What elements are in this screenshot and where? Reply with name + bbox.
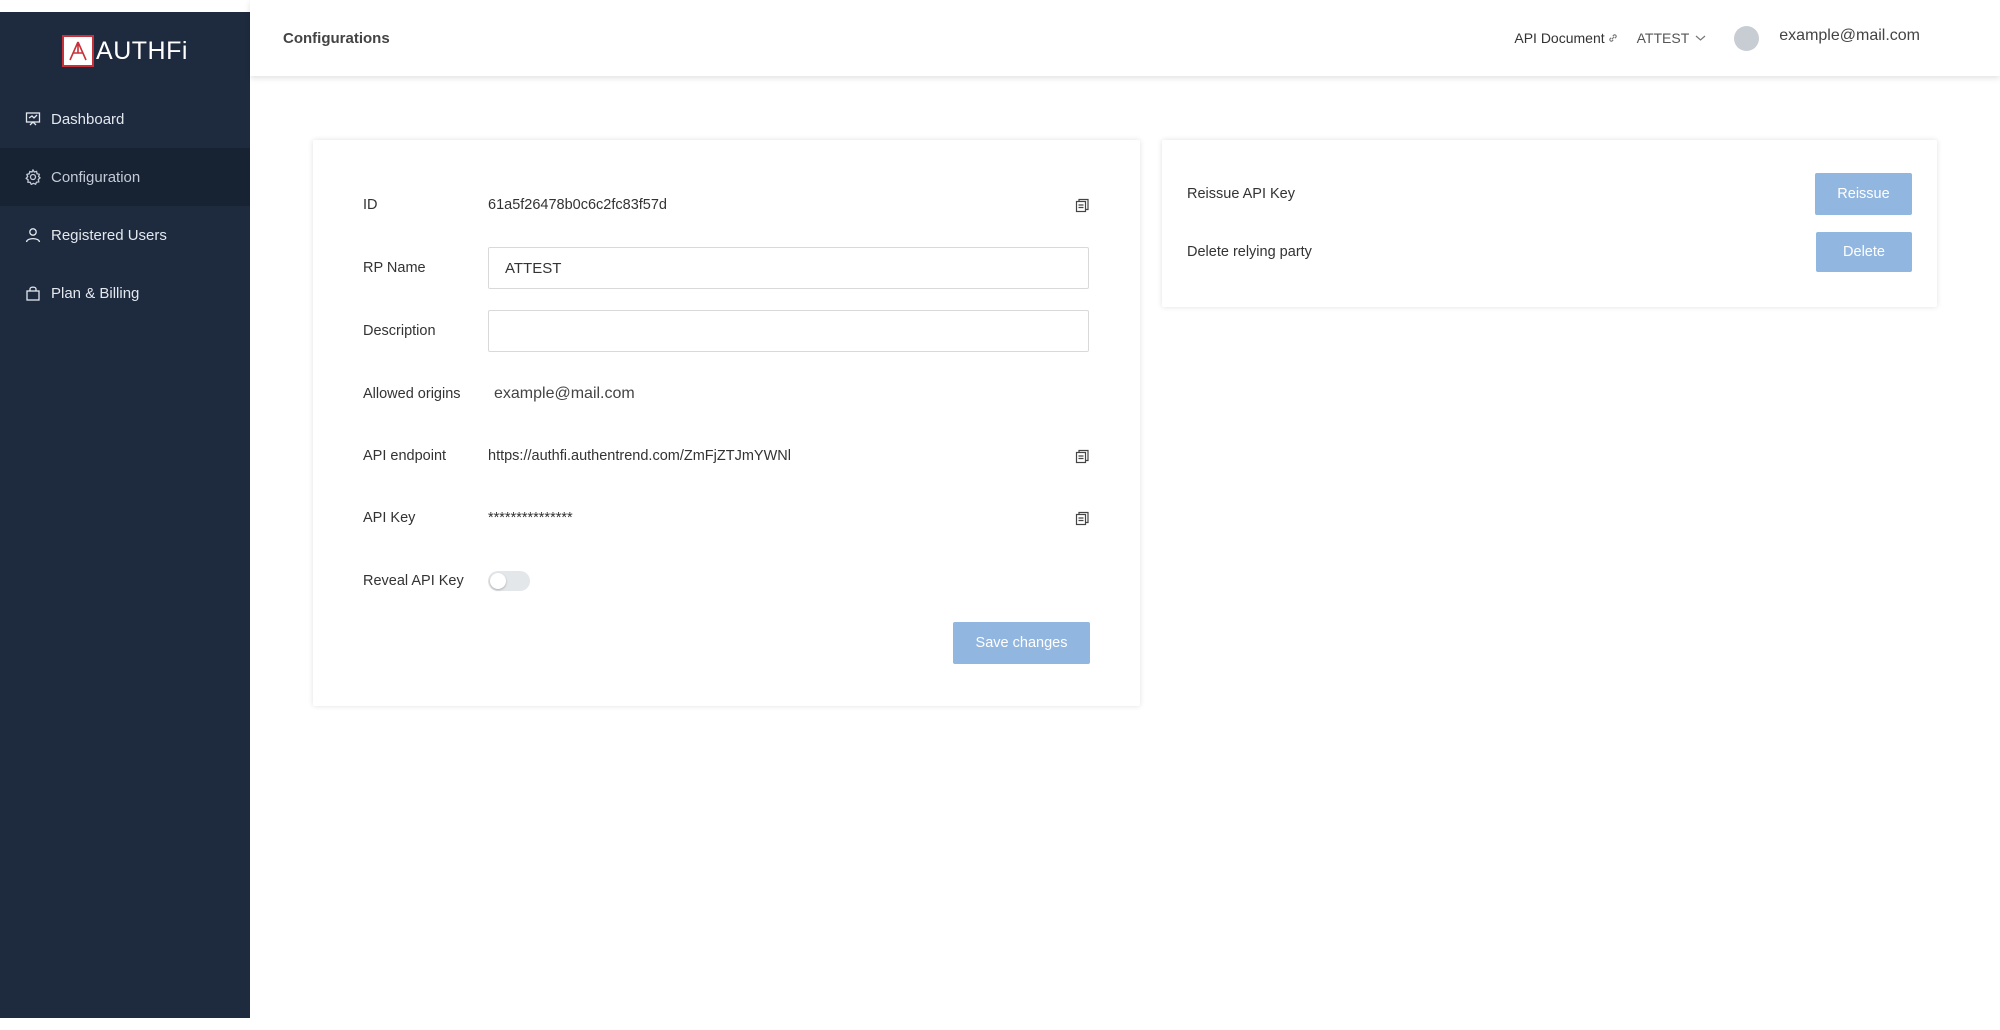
api-key-label: API Key [363, 510, 416, 526]
delete-button[interactable]: Delete [1816, 232, 1912, 272]
id-row: ID 61a5f26478b0c6c2fc83f57d [363, 184, 1090, 226]
sidebar: AUTHFi Dashboard Configuration Registere… [0, 12, 250, 1018]
top-header: Configurations API Document ATTEST examp… [250, 0, 2000, 76]
description-input[interactable] [488, 310, 1089, 352]
api-endpoint-value: https://authfi.authentrend.com/ZmFjZTJmY… [488, 448, 791, 464]
link-icon [1608, 34, 1617, 42]
chevron-down-icon [1695, 35, 1706, 41]
logo[interactable]: AUTHFi [0, 12, 250, 90]
user-email[interactable]: example@mail.com [1779, 27, 1920, 45]
id-value: 61a5f26478b0c6c2fc83f57d [488, 197, 667, 213]
sidebar-item-label: Configuration [51, 168, 141, 186]
api-document-label: API Document [1514, 30, 1605, 46]
gear-icon [24, 168, 42, 186]
toggle-knob [490, 573, 506, 589]
delete-row: Delete relying party Delete [1187, 231, 1912, 273]
sidebar-item-dashboard[interactable]: Dashboard [0, 90, 250, 148]
avatar[interactable] [1734, 25, 1760, 51]
delete-relying-party-label: Delete relying party [1187, 244, 1312, 260]
allowed-origins-label: Allowed origins [363, 386, 461, 402]
allowed-origins-row: Allowed origins example@mail.com [363, 373, 635, 415]
rp-name-row: RP Name [363, 247, 1089, 289]
copy-id-icon[interactable] [1074, 197, 1090, 213]
rp-name-label: RP Name [363, 260, 426, 276]
configuration-card: ID 61a5f26478b0c6c2fc83f57d RP Name Desc… [313, 140, 1140, 706]
description-label: Description [363, 323, 436, 339]
reissue-button[interactable]: Reissue [1815, 173, 1912, 215]
api-endpoint-row: API endpoint https://authfi.authentrend.… [363, 435, 798, 477]
dashboard-icon [24, 110, 42, 128]
page-title: Configurations [283, 29, 390, 47]
logo-text: AUTHFi [96, 36, 188, 65]
logo-mark-icon [62, 35, 95, 67]
sidebar-item-label: Dashboard [51, 110, 125, 128]
reveal-api-key-row: Reveal API Key [363, 560, 530, 602]
copy-api-key-icon[interactable] [1074, 510, 1090, 526]
api-key-value: *************** [488, 510, 573, 526]
reveal-api-key-label: Reveal API Key [363, 573, 464, 589]
reissue-row: Reissue API Key Reissue [1187, 173, 1912, 215]
sidebar-item-configuration[interactable]: Configuration [0, 148, 250, 206]
sidebar-item-registered-users[interactable]: Registered Users [0, 206, 250, 264]
api-endpoint-label: API endpoint [363, 448, 447, 464]
api-key-row: API Key *************** [363, 497, 573, 539]
reissue-api-key-label: Reissue API Key [1187, 186, 1295, 202]
project-select[interactable]: ATTEST [1637, 30, 1707, 46]
save-changes-button[interactable]: Save changes [953, 622, 1090, 664]
actions-card: Reissue API Key Reissue Delete relying p… [1162, 140, 1937, 307]
user-icon [24, 226, 42, 244]
id-label: ID [363, 197, 378, 213]
header-right: API Document ATTEST example@mail.com [1514, 0, 1920, 76]
sidebar-item-plan-billing[interactable]: Plan & Billing [0, 264, 250, 322]
sidebar-item-label: Registered Users [51, 226, 167, 244]
description-row: Description [363, 310, 1089, 352]
sidebar-item-label: Plan & Billing [51, 284, 140, 302]
copy-endpoint-icon[interactable] [1074, 448, 1090, 464]
allowed-origins-value[interactable]: example@mail.com [494, 385, 635, 403]
rp-name-input[interactable] [488, 247, 1089, 289]
project-select-value: ATTEST [1636, 30, 1690, 46]
api-document-link[interactable]: API Document [1514, 30, 1618, 46]
reveal-api-key-toggle[interactable] [488, 571, 530, 591]
shopping-bag-icon [24, 284, 42, 302]
